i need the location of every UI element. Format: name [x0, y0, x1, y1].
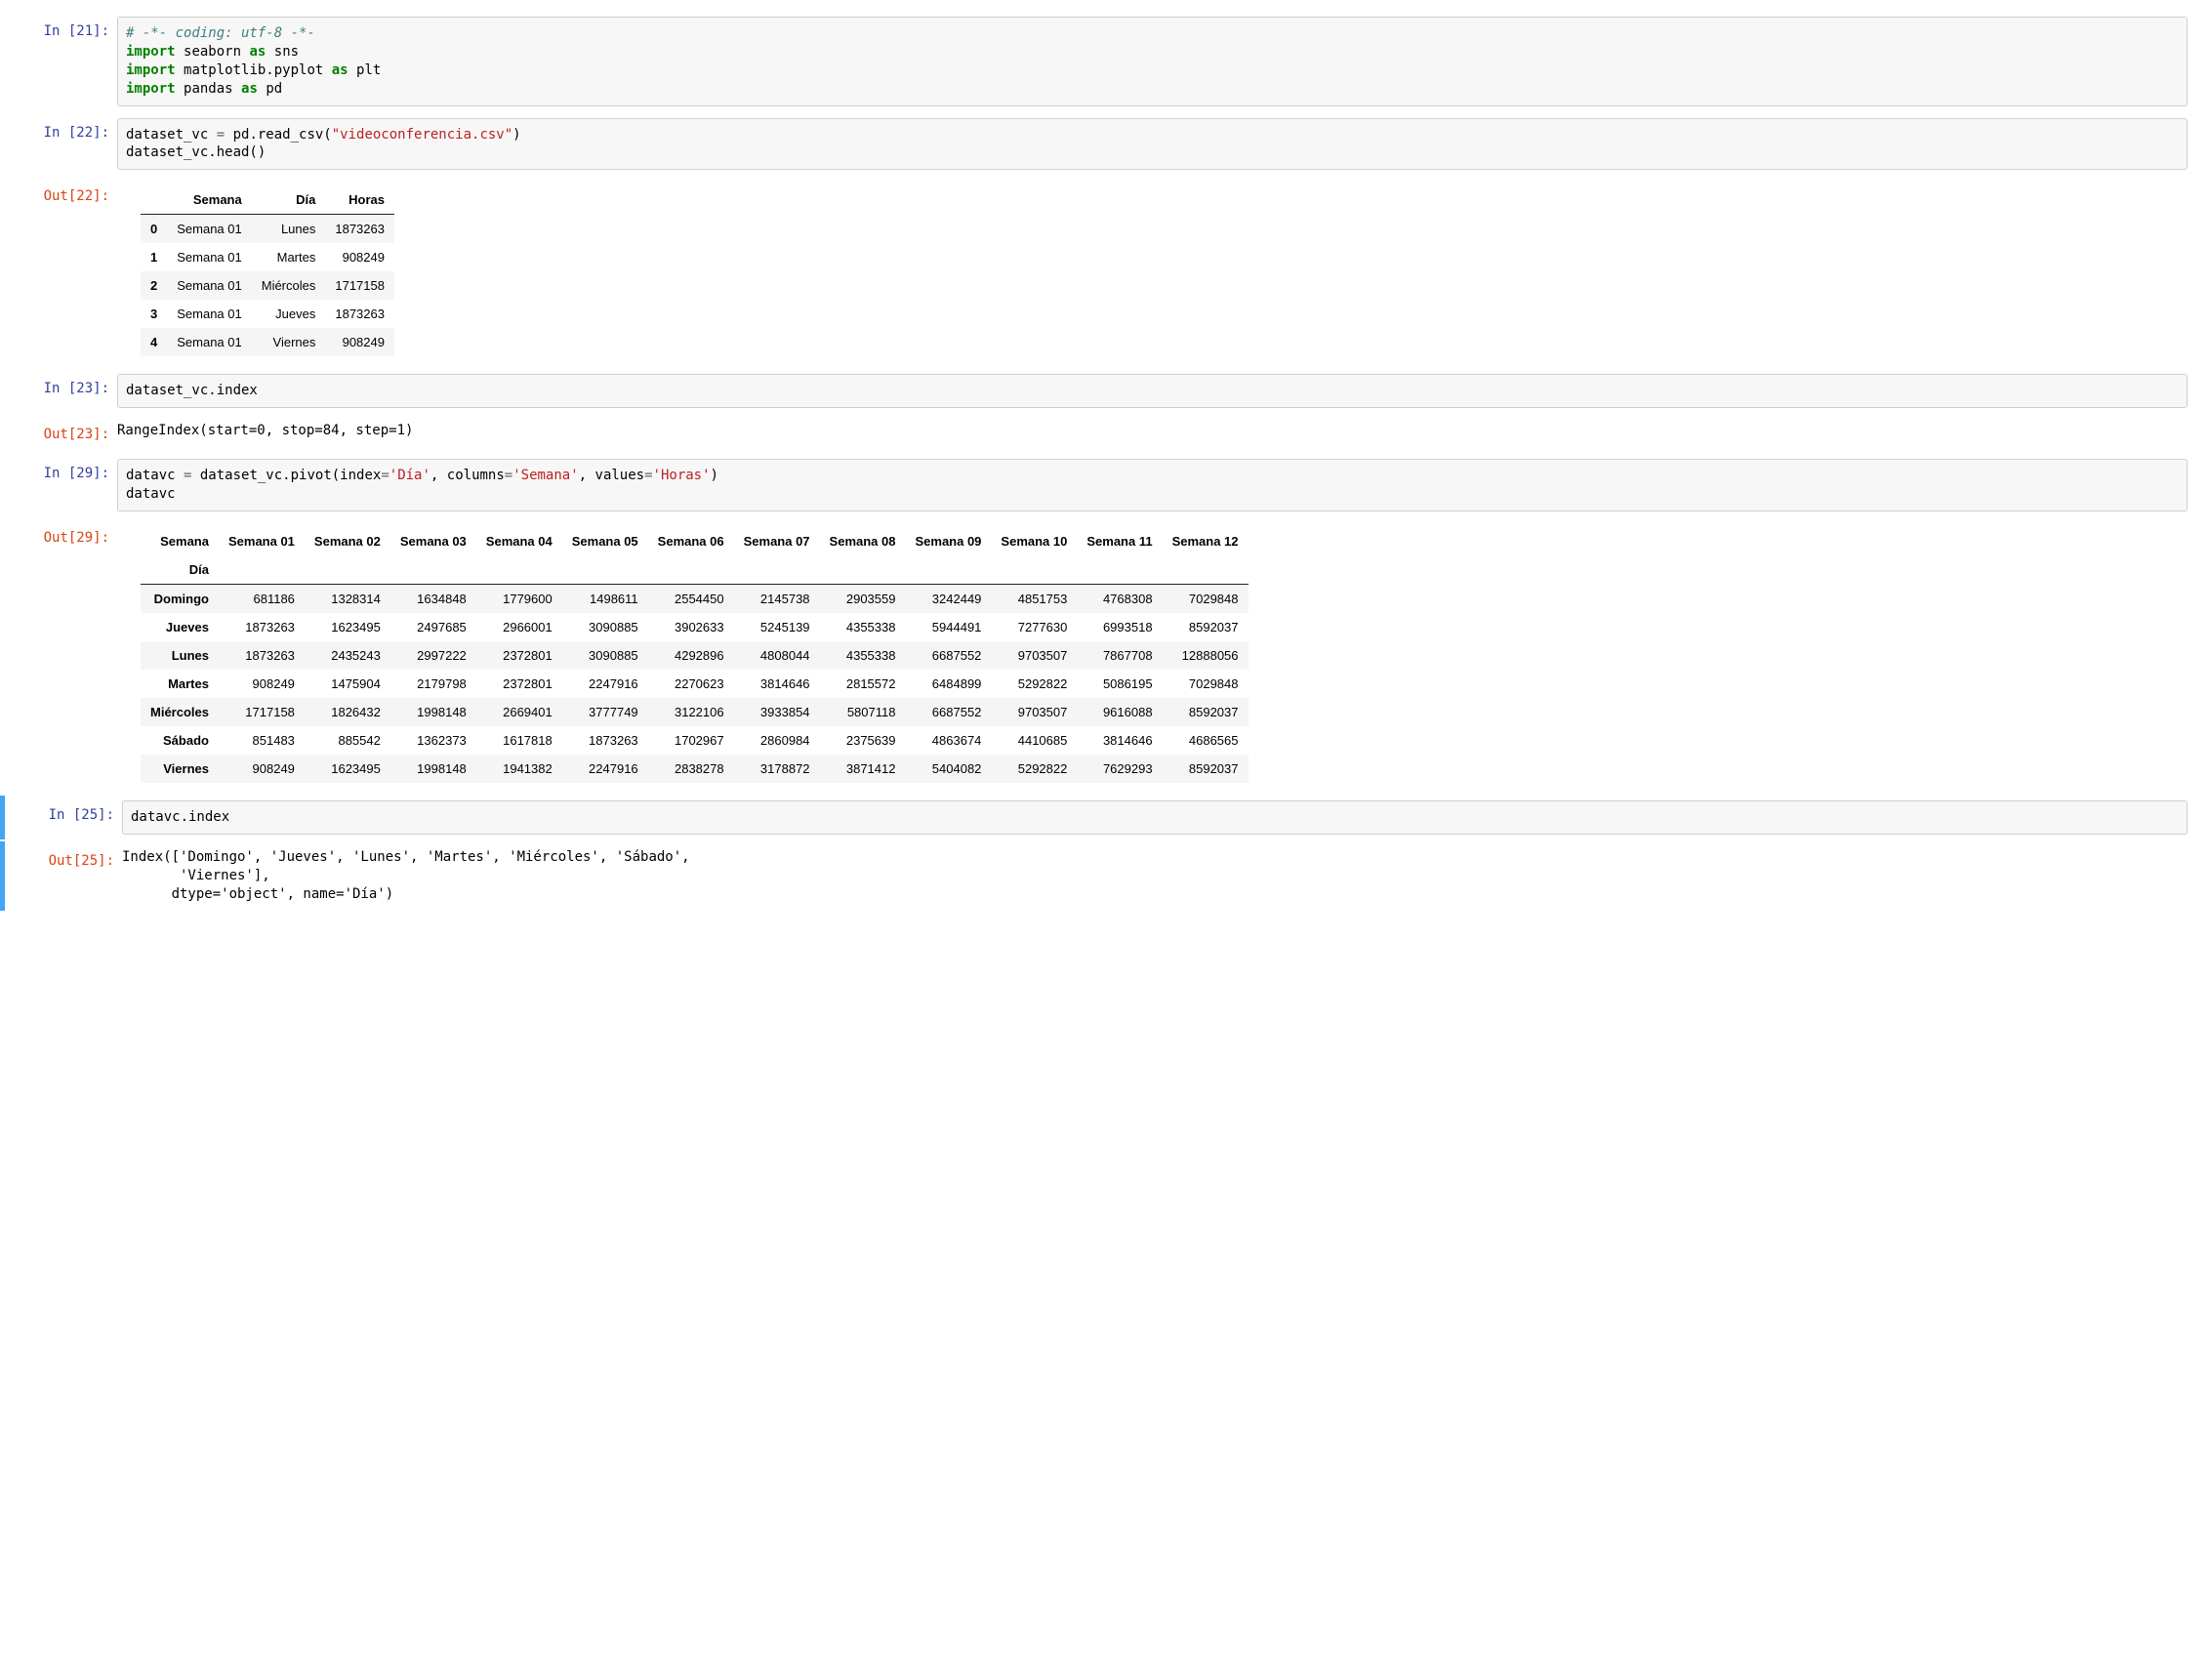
out-prompt: Out[23]: — [0, 420, 117, 447]
table-row: 2Semana 01Miércoles1717158 — [141, 271, 394, 300]
in-prompt: In [22]: — [0, 118, 117, 171]
cell-22-out: Out[22]: Semana Día Horas 0Semana 01Lune… — [0, 177, 2212, 367]
cell-body: datavc = dataset_vc.pivot(index='Día', c… — [117, 459, 2207, 511]
cell-25-in[interactable]: In [25]: datavc.index — [0, 796, 2212, 839]
code-input[interactable]: dataset_vc = pd.read_csv("videoconferenc… — [117, 118, 2188, 171]
cell-29-out: Out[29]: Semana Semana 01 Semana 02 Sema… — [0, 518, 2212, 794]
pivot-col-header: Semana Semana 01 Semana 02 Semana 03 Sem… — [141, 527, 1249, 555]
table-row: Miércoles1717158182643219981482669401377… — [141, 698, 1249, 726]
dataframe-head: Semana Día Horas 0Semana 01Lunes18732631… — [141, 185, 394, 356]
table-row: Lunes18732632435243299722223728013090885… — [141, 641, 1249, 670]
out-prompt: Out[25]: — [5, 846, 122, 906]
cell-body: Semana Día Horas 0Semana 01Lunes18732631… — [117, 182, 2207, 362]
table-row: 0Semana 01Lunes1873263 — [141, 215, 394, 244]
table-row: Viernes908249162349519981481941382224791… — [141, 755, 1249, 783]
cell-22-in[interactable]: In [22]: dataset_vc = pd.read_csv("video… — [0, 113, 2212, 176]
dataframe-pivot: Semana Semana 01 Semana 02 Semana 03 Sem… — [141, 527, 1249, 783]
cell-25-out: Out[25]: Index(['Domingo', 'Jueves', 'Lu… — [0, 841, 2212, 911]
in-prompt: In [23]: — [0, 374, 117, 408]
output-text: RangeIndex(start=0, stop=84, step=1) — [117, 420, 2188, 442]
cell-23-out: Out[23]: RangeIndex(start=0, stop=84, st… — [0, 415, 2212, 452]
cell-23-in[interactable]: In [23]: dataset_vc.index — [0, 369, 2212, 413]
pivot-idx-header: Día — [141, 555, 1249, 585]
out-prompt: Out[29]: — [0, 523, 117, 789]
code-input[interactable]: datavc.index — [122, 800, 2188, 835]
cell-body: datavc.index — [122, 800, 2207, 835]
kw: import — [126, 44, 176, 60]
table-row: 1Semana 01Martes908249 — [141, 243, 394, 271]
table-row: 3Semana 01Jueves1873263 — [141, 300, 394, 328]
cell-body: dataset_vc.index — [117, 374, 2207, 408]
cell-body: dataset_vc = pd.read_csv("videoconferenc… — [117, 118, 2207, 171]
cell-21[interactable]: In [21]: # -*- coding: utf-8 -*- import … — [0, 12, 2212, 111]
in-prompt: In [29]: — [0, 459, 117, 511]
cell-body: Index(['Domingo', 'Jueves', 'Lunes', 'Ma… — [122, 846, 2207, 906]
out-prompt: Out[22]: — [0, 182, 117, 362]
in-prompt: In [25]: — [5, 800, 122, 835]
cell-body: Semana Semana 01 Semana 02 Semana 03 Sem… — [117, 523, 2207, 789]
table-row: Domingo681186132831416348481779600149861… — [141, 585, 1249, 614]
table-row: 4Semana 01Viernes908249 — [141, 328, 394, 356]
table-row: Jueves1873263162349524976852966001309088… — [141, 613, 1249, 641]
comment: # -*- coding: utf-8 -*- — [126, 25, 315, 41]
in-prompt: In [21]: — [0, 17, 117, 106]
cell-body: # -*- coding: utf-8 -*- import seaborn a… — [117, 17, 2207, 106]
output-text: Index(['Domingo', 'Jueves', 'Lunes', 'Ma… — [122, 846, 2188, 906]
table-header-row: Semana Día Horas — [141, 185, 394, 215]
table-row: Martes9082491475904217979823728012247916… — [141, 670, 1249, 698]
cell-29-in[interactable]: In [29]: datavc = dataset_vc.pivot(index… — [0, 454, 2212, 516]
table-row: Sábado8514838855421362373161781818732631… — [141, 726, 1249, 755]
code-input[interactable]: # -*- coding: utf-8 -*- import seaborn a… — [117, 17, 2188, 106]
cell-body: RangeIndex(start=0, stop=84, step=1) — [117, 420, 2207, 447]
code-input[interactable]: datavc = dataset_vc.pivot(index='Día', c… — [117, 459, 2188, 511]
code-input[interactable]: dataset_vc.index — [117, 374, 2188, 408]
